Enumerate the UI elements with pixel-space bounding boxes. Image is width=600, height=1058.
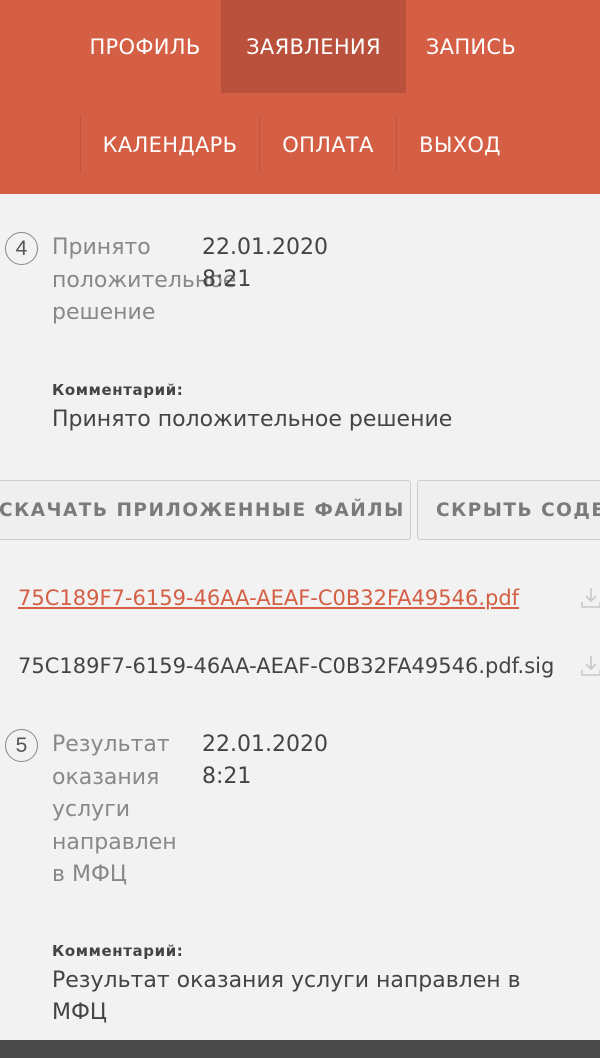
download-icon[interactable] bbox=[580, 586, 600, 610]
file-link-pdf[interactable]: 75C189F7-6159-46AA-AEAF-C0B32FA49546.pdf bbox=[18, 586, 519, 610]
step-time: 8:21 bbox=[202, 267, 252, 292]
footer-bar bbox=[0, 1040, 600, 1058]
download-attachments-label: СКАЧАТЬ ПРИЛОЖЕННЫЕ ФАЙЛЫ bbox=[0, 499, 405, 521]
comment-label: Комментарий: bbox=[52, 942, 184, 960]
nav-payment[interactable]: ОПЛАТА bbox=[260, 100, 396, 190]
step-title: Результат оказания услуги направлен в МФ… bbox=[52, 732, 177, 887]
step-time: 8:21 bbox=[202, 764, 252, 789]
hide-content-label: СКРЫТЬ СОДЕРЖИМОЕ bbox=[436, 499, 600, 521]
nav-applications[interactable]: ЗАЯВЛЕНИЯ bbox=[221, 0, 406, 93]
step-number-badge: 5 bbox=[5, 729, 38, 762]
step-date: 22.01.2020 bbox=[202, 732, 328, 757]
nav-logout[interactable]: ВЫХОД bbox=[397, 100, 523, 190]
comment-label: Комментарий: bbox=[52, 381, 184, 399]
nav-profile[interactable]: ПРОФИЛЬ bbox=[70, 0, 220, 93]
comment-text: Принято положительное решение bbox=[52, 407, 453, 432]
hide-content-button[interactable]: СКРЫТЬ СОДЕРЖИМОЕ bbox=[417, 480, 600, 540]
nav-calendar[interactable]: КАЛЕНДАРЬ bbox=[81, 100, 259, 190]
download-icon[interactable] bbox=[580, 654, 600, 678]
file-name-sig: 75C189F7-6159-46AA-AEAF-C0B32FA49546.pdf… bbox=[18, 654, 555, 678]
download-attachments-button[interactable]: СКАЧАТЬ ПРИЛОЖЕННЫЕ ФАЙЛЫ bbox=[0, 480, 411, 540]
step-date: 22.01.2020 bbox=[202, 235, 328, 260]
top-nav: ПРОФИЛЬ ЗАЯВЛЕНИЯ ЗАПИСЬ КАЛЕНДАРЬ ОПЛАТ… bbox=[0, 0, 600, 194]
nav-appointment[interactable]: ЗАПИСЬ bbox=[406, 0, 536, 93]
comment-text: Результат оказания услуги направлен в bbox=[52, 968, 521, 993]
comment-text-continued: МФЦ bbox=[52, 1000, 107, 1025]
step-number-badge: 4 bbox=[5, 232, 38, 265]
